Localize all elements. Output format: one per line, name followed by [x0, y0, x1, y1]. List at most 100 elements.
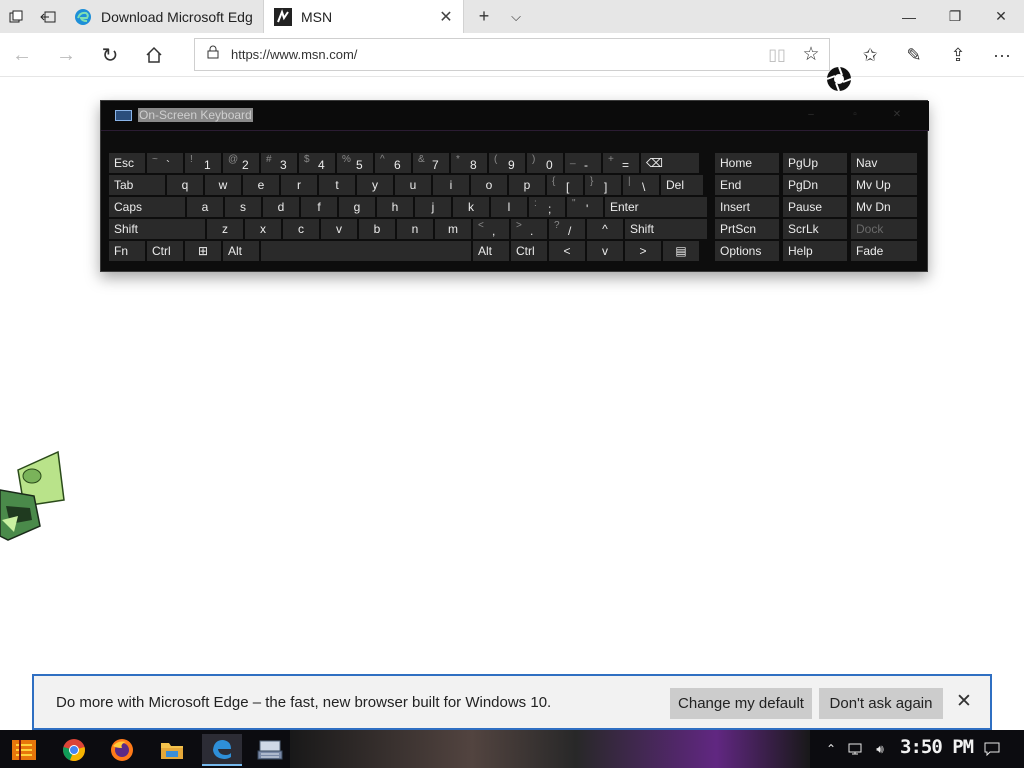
network-icon[interactable]: [846, 730, 864, 768]
key[interactable]: l: [491, 197, 527, 217]
tab-preview-chevron-icon[interactable]: ⌵: [500, 0, 532, 33]
more-options-icon[interactable]: ···: [980, 33, 1024, 77]
key[interactable]: ▤: [663, 241, 699, 261]
nav-key[interactable]: Nav: [851, 153, 917, 173]
nav-key[interactable]: Options: [715, 241, 779, 261]
key[interactable]: v: [321, 219, 357, 239]
osk-title-bar[interactable]: On-Screen Keyboard – ▫ ✕: [101, 101, 929, 131]
set-tabs-aside-icon[interactable]: [32, 0, 64, 33]
key[interactable]: s: [225, 197, 261, 217]
key[interactable]: | \: [623, 175, 659, 195]
nav-key[interactable]: Mv Up: [851, 175, 917, 195]
key[interactable]: {[: [547, 175, 583, 195]
key[interactable]: % 5: [337, 153, 373, 173]
file-explorer-taskbar-button[interactable]: [152, 734, 192, 766]
key[interactable]: _ -: [565, 153, 601, 173]
key[interactable]: a: [187, 197, 223, 217]
favorite-star-icon[interactable]: ☆: [793, 43, 829, 66]
key[interactable]: + =: [603, 153, 639, 173]
tab-download-edge[interactable]: Download Microsoft Edge: [64, 0, 264, 33]
back-button[interactable]: ←: [0, 33, 44, 77]
key[interactable]: r: [281, 175, 317, 195]
nav-key[interactable]: Fade: [851, 241, 917, 261]
key[interactable]: Fn: [109, 241, 145, 261]
key[interactable]: Ctrl: [511, 241, 547, 261]
firefox-taskbar-button[interactable]: [102, 734, 142, 766]
key[interactable]: Shift: [625, 219, 707, 239]
key[interactable]: Alt: [223, 241, 259, 261]
key[interactable]: @2: [223, 153, 259, 173]
nav-key[interactable]: Insert: [715, 197, 779, 217]
key[interactable]: e: [243, 175, 279, 195]
key[interactable]: * 8: [451, 153, 487, 173]
osk-close-button[interactable]: ✕: [877, 109, 917, 125]
key[interactable]: m: [435, 219, 471, 239]
action-center-icon[interactable]: [982, 730, 1002, 768]
show-hidden-icons-icon[interactable]: ⌃: [824, 730, 838, 768]
refresh-button[interactable]: ↻: [88, 33, 132, 77]
key[interactable]: $4: [299, 153, 335, 173]
share-icon[interactable]: ⇪: [936, 33, 980, 77]
change-default-button[interactable]: Change my default: [670, 688, 812, 719]
key[interactable]: Enter: [605, 197, 707, 217]
favorites-hub-icon[interactable]: ✩: [848, 33, 892, 77]
key[interactable]: ~ `: [147, 153, 183, 173]
key[interactable]: y: [357, 175, 393, 195]
key[interactable]: Tab: [109, 175, 165, 195]
key[interactable]: v: [587, 241, 623, 261]
nav-key[interactable]: Pause: [783, 197, 847, 217]
key[interactable]: ? /: [549, 219, 585, 239]
osk-taskbar-button[interactable]: [250, 734, 290, 766]
close-window-button[interactable]: ✕: [978, 0, 1024, 33]
nav-key[interactable]: ScrLk: [783, 219, 847, 239]
key[interactable]: c: [283, 219, 319, 239]
key[interactable]: Shift: [109, 219, 205, 239]
nav-key[interactable]: Dock: [851, 219, 917, 239]
key[interactable]: h: [377, 197, 413, 217]
key[interactable]: [261, 241, 471, 261]
reading-view-icon[interactable]: ▯▯: [761, 45, 793, 65]
key[interactable]: x: [245, 219, 281, 239]
key[interactable]: ! 1: [185, 153, 221, 173]
restore-button[interactable]: ❐: [932, 0, 978, 33]
key[interactable]: Esc: [109, 153, 145, 173]
nav-key[interactable]: End: [715, 175, 779, 195]
edge-taskbar-button[interactable]: [202, 734, 242, 766]
key[interactable]: ^: [587, 219, 623, 239]
key[interactable]: p: [509, 175, 545, 195]
key[interactable]: Ctrl: [147, 241, 183, 261]
new-tab-button[interactable]: +: [468, 0, 500, 33]
key[interactable]: <: [549, 241, 585, 261]
close-banner-icon[interactable]: ✕: [956, 690, 972, 713]
key[interactable]: n: [397, 219, 433, 239]
key[interactable]: z: [207, 219, 243, 239]
key[interactable]: o: [471, 175, 507, 195]
key[interactable]: w: [205, 175, 241, 195]
key[interactable]: (9: [489, 153, 525, 173]
key[interactable]: k: [453, 197, 489, 217]
key[interactable]: }]: [585, 175, 621, 195]
start-button[interactable]: [4, 734, 44, 766]
key[interactable]: u: [395, 175, 431, 195]
key[interactable]: Caps: [109, 197, 185, 217]
dont-ask-again-button[interactable]: Don't ask again: [819, 688, 943, 719]
nav-key[interactable]: PgUp: [783, 153, 847, 173]
key[interactable]: Alt: [473, 241, 509, 261]
address-bar[interactable]: https://www.msn.com/ ▯▯ ☆: [194, 38, 830, 71]
key[interactable]: >.: [511, 219, 547, 239]
key[interactable]: ^ 6: [375, 153, 411, 173]
nav-key[interactable]: Home: [715, 153, 779, 173]
forward-button[interactable]: →: [44, 33, 88, 77]
close-tab-icon[interactable]: ✕: [439, 7, 453, 27]
key[interactable]: ) 0: [527, 153, 563, 173]
nav-key[interactable]: PrtScn: [715, 219, 779, 239]
key[interactable]: j: [415, 197, 451, 217]
add-notes-icon[interactable]: ✎: [892, 33, 936, 77]
key[interactable]: " ': [567, 197, 603, 217]
chrome-taskbar-button[interactable]: [54, 734, 94, 766]
key[interactable]: ⌫: [641, 153, 699, 173]
key[interactable]: q: [167, 175, 203, 195]
key[interactable]: f: [301, 197, 337, 217]
osk-maximize-button[interactable]: ▫: [835, 109, 875, 125]
key[interactable]: <,: [473, 219, 509, 239]
